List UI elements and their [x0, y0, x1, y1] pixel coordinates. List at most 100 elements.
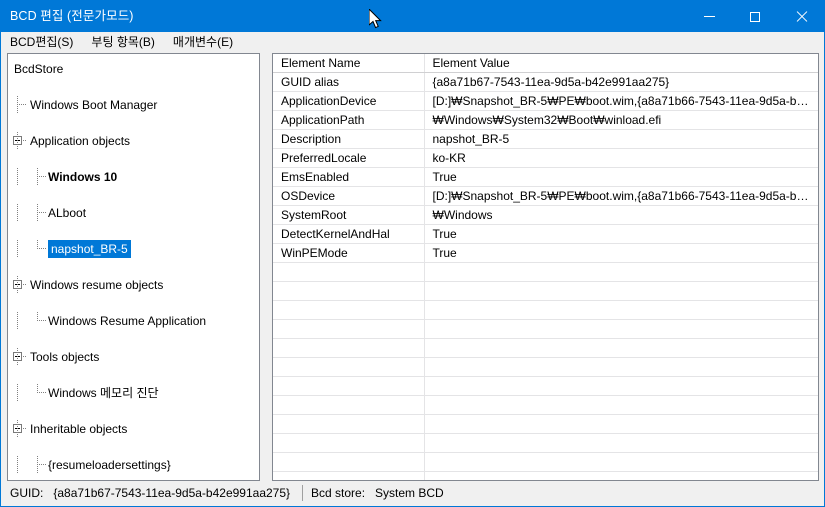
tree-item-label: Application objects	[30, 134, 131, 148]
tree-connector	[37, 392, 47, 393]
tree-connector	[17, 104, 27, 105]
menu-item-bcd-edit[interactable]: BCD편집(S)	[1, 32, 82, 52]
cell-element-value	[424, 357, 818, 377]
tree-item[interactable]: Windows 메모리 진단	[8, 384, 259, 402]
cell-element-name: GUID alias	[273, 72, 425, 92]
minimize-button[interactable]	[686, 1, 732, 32]
table-row-empty[interactable]	[273, 262, 818, 282]
table-row-empty[interactable]	[273, 452, 818, 472]
cell-element-name: ApplicationDevice	[273, 91, 425, 111]
table-row-empty[interactable]	[273, 433, 818, 453]
cell-element-name: Description	[273, 129, 425, 149]
table-row-empty[interactable]	[273, 319, 818, 339]
cell-element-value: True	[424, 224, 818, 244]
table-row[interactable]: OSDevice [D:]₩Snapshot_BR-5₩PE₩boot.wim,{…	[273, 186, 818, 206]
menu-item-parameters[interactable]: 매개변수(E)	[164, 32, 242, 52]
cell-element-name: DetectKernelAndHal	[273, 224, 425, 244]
column-header-element-name[interactable]: Element Name	[273, 54, 425, 73]
column-header-element-value[interactable]: Element Value	[424, 54, 818, 73]
tree-item[interactable]: ALboot	[8, 204, 259, 222]
tree-connector	[37, 320, 47, 321]
tree-item[interactable]: Windows 10	[8, 168, 259, 186]
table-row-empty[interactable]	[273, 338, 818, 358]
table-row-empty[interactable]	[273, 471, 818, 480]
status-guid: GUID: {a8a71b67-7543-11ea-9d5a-b42e991aa…	[2, 481, 290, 505]
cell-element-name	[273, 395, 425, 415]
tree-connector	[17, 240, 18, 258]
tree-item[interactable]: Inheritable objects	[8, 420, 259, 438]
close-button[interactable]	[778, 1, 824, 32]
tree-connector	[37, 384, 38, 393]
tree-connector	[37, 248, 47, 249]
table-row-empty[interactable]	[273, 281, 818, 301]
cell-element-value: {a8a71b67-7543-11ea-9d5a-b42e991aa275}	[424, 72, 818, 92]
cell-element-value: napshot_BR-5	[424, 129, 818, 149]
tree-connector	[37, 456, 38, 474]
tree-connector	[17, 312, 18, 330]
cell-element-value: [D:]₩Snapshot_BR-5₩PE₩boot.wim,{a8a71b66…	[424, 91, 818, 111]
tree-item[interactable]: Application objects	[8, 132, 259, 150]
tree-connector	[17, 168, 18, 186]
table-row[interactable]: EmsEnabled True	[273, 167, 818, 187]
cell-element-value	[424, 262, 818, 282]
tree-connector	[37, 168, 38, 186]
minimize-icon	[703, 16, 715, 17]
table-row-empty[interactable]	[273, 357, 818, 377]
tree-item[interactable]: Windows resume objects	[8, 276, 259, 294]
status-store-label: Bcd store:	[311, 486, 366, 500]
tree-item[interactable]: {resumeloadersettings}	[8, 456, 259, 474]
cell-element-value: ₩Windows	[424, 205, 818, 225]
cell-element-name: PreferredLocale	[273, 148, 425, 168]
tree-item[interactable]: napshot_BR-5	[8, 240, 259, 258]
table-row[interactable]: DetectKernelAndHal True	[273, 224, 818, 244]
table-row[interactable]: WinPEMode True	[273, 243, 818, 263]
table-row-empty[interactable]	[273, 414, 818, 434]
cell-element-name: EmsEnabled	[273, 167, 425, 187]
table-row[interactable]: ApplicationPath ₩Windows₩System32₩Boot₩wi…	[273, 110, 818, 130]
table-row[interactable]: ApplicationDevice [D:]₩Snapshot_BR-5₩PE₩b…	[273, 91, 818, 111]
tree-connector	[23, 140, 27, 141]
cell-element-name: SystemRoot	[273, 205, 425, 225]
bcd-object-tree-panel[interactable]: BcdStore Windows Boot Manager Application …	[7, 53, 260, 481]
table-row-empty[interactable]	[273, 376, 818, 396]
menu-item-boot-entry[interactable]: 부팅 항목(B)	[82, 32, 164, 52]
tree-item-label: {resumeloadersettings}	[48, 458, 171, 472]
tree-item-label: Inheritable objects	[30, 422, 128, 436]
cell-element-name: ApplicationPath	[273, 110, 425, 130]
tree-item[interactable]: BcdStore	[8, 60, 259, 78]
tree-connector	[37, 312, 38, 321]
table-row[interactable]: SystemRoot ₩Windows	[273, 205, 818, 225]
tree-connector	[23, 356, 27, 357]
element-table-panel[interactable]: Element Name Element Value GUID alias {a8…	[272, 53, 819, 481]
tree-item[interactable]: Windows Boot Manager	[8, 96, 259, 114]
cell-element-value: True	[424, 167, 818, 187]
table-row[interactable]: PreferredLocale ko-KR	[273, 148, 818, 168]
cell-element-name	[273, 433, 425, 453]
cell-element-name	[273, 414, 425, 434]
tree-connector	[17, 384, 18, 402]
table-row[interactable]: Description napshot_BR-5	[273, 129, 818, 149]
cell-element-name	[273, 281, 425, 301]
tree-item-label: Windows resume objects	[30, 278, 164, 292]
cell-element-name	[273, 319, 425, 339]
tree-connector	[17, 348, 18, 366]
table-row-empty[interactable]	[273, 395, 818, 415]
tree-item-label: ALboot	[48, 206, 87, 220]
cell-element-value	[424, 338, 818, 358]
bcd-object-tree[interactable]: BcdStore Windows Boot Manager Application …	[8, 54, 259, 474]
tree-connector	[37, 240, 38, 249]
title-bar[interactable]: BCD 편집 (전문가모드)	[1, 1, 824, 32]
status-store: Bcd store: System BCD	[303, 481, 444, 505]
table-row[interactable]: GUID alias {a8a71b67-7543-11ea-9d5a-b42e9…	[273, 72, 818, 92]
table-row-empty[interactable]	[273, 300, 818, 320]
tree-connector	[37, 212, 47, 213]
maximize-button[interactable]	[732, 1, 778, 32]
menu-bar: BCD편집(S) 부팅 항목(B) 매개변수(E)	[1, 32, 824, 52]
cell-element-name	[273, 262, 425, 282]
window-controls	[686, 1, 824, 32]
tree-item[interactable]: Windows Resume Application	[8, 312, 259, 330]
cell-element-value	[424, 395, 818, 415]
tree-item[interactable]: Tools objects	[8, 348, 259, 366]
tree-connector	[17, 132, 18, 150]
tree-item-label: Windows Boot Manager	[30, 98, 158, 112]
